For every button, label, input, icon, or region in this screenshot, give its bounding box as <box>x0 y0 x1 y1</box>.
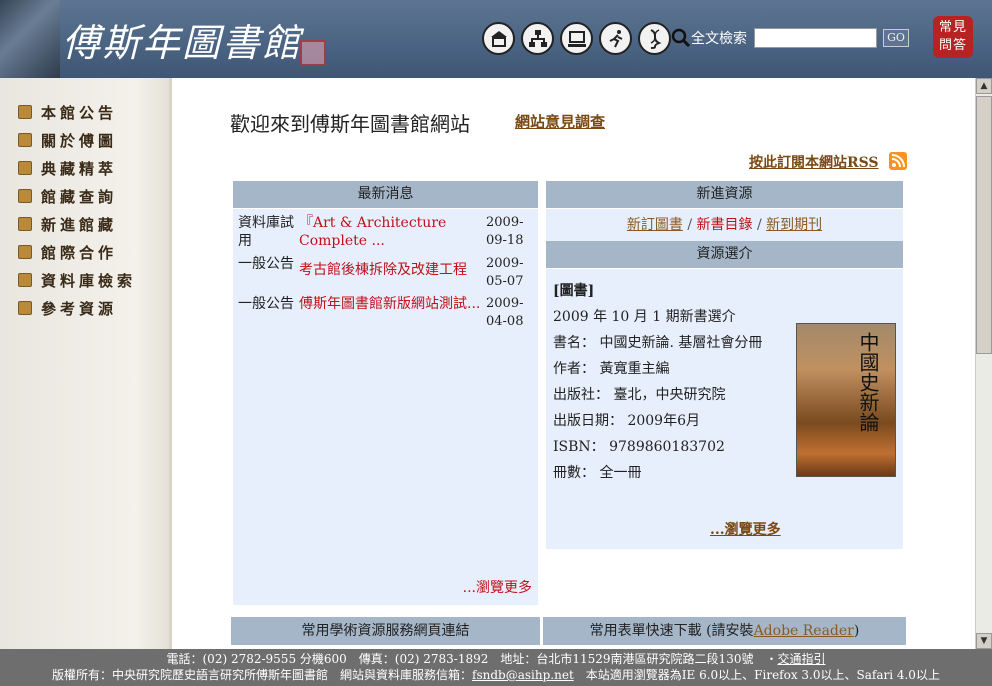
news-panel: 資料庫試用 『Art & Architecture Complete ... 2… <box>233 209 538 605</box>
computer-icon[interactable] <box>560 22 593 55</box>
sidebar-menu: 本館公告 關於傅圖 典藏精萃 館藏查詢 新進館藏 館際合作 資料庫檢索 參考資源 <box>0 78 169 322</box>
resource-type: [圖書] <box>553 283 595 299</box>
forms-suffix: ) <box>853 623 860 639</box>
new-journals-link[interactable]: 新到期刊 <box>766 217 822 233</box>
sidebar-item-label: 典藏精萃 <box>41 159 118 178</box>
dna-icon[interactable] <box>638 22 671 55</box>
sidebar-item-databases[interactable]: 資料庫檢索 <box>18 266 169 294</box>
book-icon <box>18 133 32 147</box>
news-category: 一般公告 <box>238 296 294 312</box>
forms-prefix: 常用表單快速下載 (請安裝 <box>589 623 754 639</box>
book-name: 書名： 中國史新論. 基層社會分冊 <box>553 335 763 351</box>
email-link[interactable]: fsndb@asihp.net <box>472 668 574 682</box>
book-icon <box>18 105 32 119</box>
book-publisher: 出版社： 臺北，中央研究院 <box>553 387 726 403</box>
news-title-link[interactable]: 考古館後棟拆除及改建工程 <box>299 261 481 279</box>
new-resources-links: 新訂圖書 / 新書目錄 / 新到期刊 <box>546 209 903 241</box>
footer-copyright-line: 版權所有：中央研究院歷史語言研究所傅斯年圖書館 網站與資料庫服務信箱：fsndb… <box>0 667 992 683</box>
directions-link[interactable]: 交通指引 <box>777 652 825 666</box>
footer-contact: 電話：(02) 2782-9555 分機600 傳真：(02) 2783-189… <box>166 652 778 666</box>
book-volumes: 冊數： 全一冊 <box>553 465 642 481</box>
news-date: 2009-05-07 <box>486 256 524 289</box>
scroll-up-icon[interactable]: ▲ <box>976 78 992 94</box>
site-footer: 電話：(02) 2782-9555 分機600 傳真：(02) 2783-189… <box>0 649 992 686</box>
founder-photo <box>0 0 60 78</box>
book-icon <box>18 161 32 175</box>
sidebar-item-references[interactable]: 參考資源 <box>18 294 169 322</box>
resource-more-link[interactable]: ...瀏覽更多 <box>710 519 781 539</box>
news-date: 2009-09-18 <box>486 215 524 248</box>
search-icon <box>671 28 691 48</box>
search-input[interactable] <box>754 28 877 48</box>
vertical-scrollbar[interactable]: ▲ ▼ <box>975 78 992 649</box>
news-category: 資料庫試用 <box>238 215 294 249</box>
footer-browser-note: 本站適用瀏覽器為IE 6.0以上、Firefox 3.0以上、Safari 4.… <box>573 668 940 682</box>
sidebar-item-label: 本館公告 <box>41 103 118 122</box>
book-pub-date: 出版日期： 2009年6月 <box>553 413 700 429</box>
news-title-link[interactable]: 『Art & Architecture Complete ... <box>299 214 481 250</box>
go-button[interactable]: GO <box>883 29 909 47</box>
faq-label: 常見問答 <box>938 20 967 53</box>
site-header: 傅斯年圖書館 全文檢索 GO 常見問答 <box>0 0 992 78</box>
sitemap-icon[interactable] <box>521 22 554 55</box>
sidebar-item-collections[interactable]: 典藏精萃 <box>18 154 169 182</box>
separator: / <box>682 217 697 233</box>
sidebar-item-label: 資料庫檢索 <box>41 271 137 290</box>
sidebar-item-catalog-search[interactable]: 館藏查詢 <box>18 182 169 210</box>
main-content: 歡迎來到傅斯年圖書館網站 網站意見調查 按此訂閱本網站RSS 最新消息 資料庫試… <box>175 78 975 649</box>
news-title-link[interactable]: 傅斯年圖書館新版網站測試... <box>299 295 481 313</box>
sidebar-item-about[interactable]: 關於傅圖 <box>18 126 169 154</box>
sidebar-item-label: 參考資源 <box>41 299 118 318</box>
news-header: 最新消息 <box>233 181 538 208</box>
book-icon <box>18 273 32 287</box>
rss-icon[interactable] <box>889 152 907 170</box>
book-icon <box>18 301 32 315</box>
footer-copyright: 版權所有：中央研究院歷史語言研究所傅斯年圖書館 網站與資料庫服務信箱： <box>52 668 473 682</box>
sidebar-item-interlibrary[interactable]: 館際合作 <box>18 238 169 266</box>
search-label: 全文檢索 <box>691 31 747 47</box>
sidebar-item-new-acquisitions[interactable]: 新進館藏 <box>18 210 169 238</box>
new-books-link[interactable]: 新訂圖書 <box>627 217 683 233</box>
page-title: 歡迎來到傅斯年圖書館網站 <box>230 112 470 136</box>
sidebar-item-announcements[interactable]: 本館公告 <box>18 98 169 126</box>
sidebar-item-label: 館藏查詢 <box>41 187 118 206</box>
news-more-link[interactable]: ...瀏覽更多 <box>463 577 532 597</box>
resource-intro-header: 資源選介 <box>546 241 903 268</box>
book-icon <box>18 217 32 231</box>
faq-button[interactable]: 常見問答 <box>933 16 973 58</box>
footer-contact-line: 電話：(02) 2782-9555 分機600 傳真：(02) 2783-189… <box>0 651 992 667</box>
book-cover-title: 中國史新論 <box>856 332 880 432</box>
separator: / <box>752 217 767 233</box>
sidebar-item-label: 關於傅圖 <box>41 131 118 150</box>
book-cover-image[interactable]: 中國史新論 <box>796 323 896 477</box>
home-icon[interactable] <box>482 22 515 55</box>
resource-intro-panel: [圖書] 2009 年 10 月 1 期新書選介 書名： 中國史新論. 基層社會… <box>546 269 903 549</box>
new-resources-header: 新進資源 <box>546 181 903 208</box>
book-icon <box>18 245 32 259</box>
seal-stamp <box>300 40 326 66</box>
sidebar-item-label: 新進館藏 <box>41 215 118 234</box>
book-icon <box>18 189 32 203</box>
resource-issue: 2009 年 10 月 1 期新書選介 <box>553 309 736 325</box>
adobe-reader-link[interactable]: Adobe Reader <box>754 623 854 639</box>
news-date: 2009-04-08 <box>486 296 524 329</box>
site-logo[interactable]: 傅斯年圖書館 <box>62 12 302 67</box>
scroll-down-icon[interactable]: ▼ <box>976 633 992 649</box>
survey-link[interactable]: 網站意見調查 <box>515 111 605 132</box>
runner-icon[interactable] <box>599 22 632 55</box>
academic-links-header: 常用學術資源服務網頁連結 <box>231 617 540 645</box>
book-author: 作者： 黃寬重主編 <box>553 361 670 377</box>
forms-download-header: 常用表單快速下載 (請安裝Adobe Reader) <box>543 617 906 645</box>
sidebar: 本館公告 關於傅圖 典藏精萃 館藏查詢 新進館藏 館際合作 資料庫檢索 參考資源 <box>0 78 172 649</box>
scroll-thumb[interactable] <box>976 96 992 354</box>
rss-link[interactable]: 按此訂閱本網站RSS <box>749 152 879 172</box>
sidebar-item-label: 館際合作 <box>41 243 118 262</box>
header-icon-bar <box>482 22 671 55</box>
news-category: 一般公告 <box>238 256 294 272</box>
new-catalog-link[interactable]: 新書目錄 <box>697 217 753 233</box>
book-isbn: ISBN： 9789860183702 <box>553 439 725 455</box>
